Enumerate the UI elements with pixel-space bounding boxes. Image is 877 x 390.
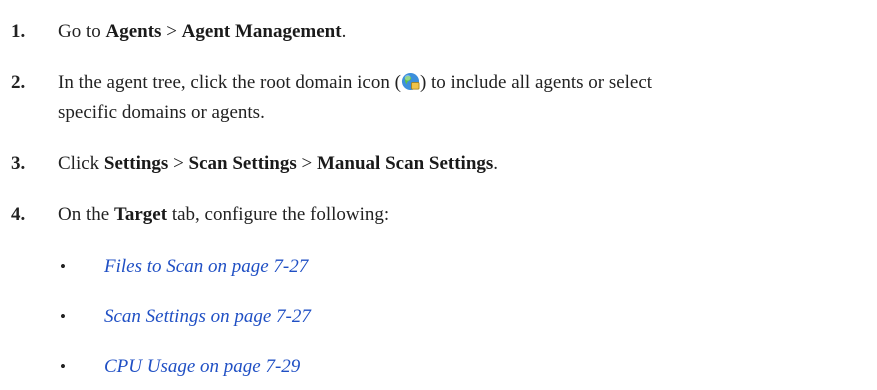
menu-settings: Settings (103, 153, 169, 174)
menu-manual-scan-settings: Manual Scan Settings (316, 153, 494, 174)
bullet: • (60, 307, 66, 326)
menu-scan-settings: Scan Settings (188, 153, 297, 174)
step-text: Click Settings > Scan Settings > Manual … (58, 153, 499, 174)
step-text: On the Target tab, configure the followi… (58, 204, 390, 225)
link-cpu-usage[interactable]: CPU Usage on page 7-29 (104, 352, 300, 382)
step-number: 2. (11, 72, 26, 93)
bullet: • (60, 357, 66, 376)
step-number: 1. (11, 21, 26, 42)
menu-agents: Agents (105, 21, 162, 42)
link-files-to-scan[interactable]: Files to Scan on page 7-27 (104, 252, 308, 282)
step-number: 3. (11, 153, 26, 174)
menu-agent-management: Agent Management (181, 21, 342, 42)
step-number: 4. (11, 204, 26, 225)
root-domain-globe-icon (401, 71, 420, 91)
bullet: • (60, 257, 66, 276)
link-scan-settings[interactable]: Scan Settings on page 7-27 (104, 302, 311, 332)
tab-target: Target (113, 204, 168, 225)
step-text: In the agent tree, click the root domain… (58, 71, 653, 123)
step-text: Go to Agents > Agent Management. (58, 21, 347, 42)
